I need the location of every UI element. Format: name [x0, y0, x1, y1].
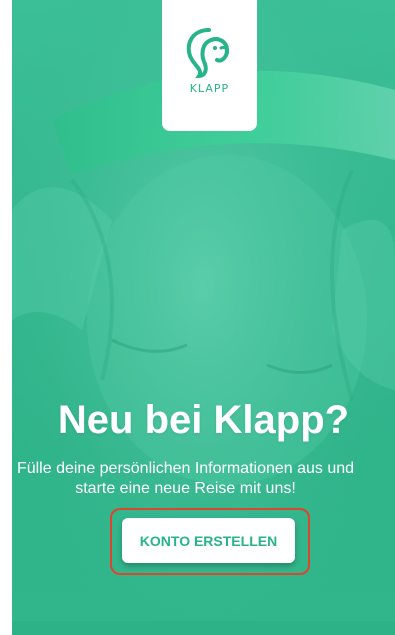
hero-subtext-line-2: starte eine neue Reise mit uns!: [75, 480, 296, 497]
brand-name: KLAPP: [189, 82, 230, 95]
hero-headline: Neu bei Klapp?: [57, 398, 350, 442]
onboarding-screen: KLAPP Neu bei Klapp? KONTO ERSTELLEN: [12, 0, 395, 635]
create-account-button[interactable]: KONTO ERSTELLEN: [122, 518, 295, 563]
logo-card: KLAPP: [162, 0, 257, 131]
elephant-logo-icon: [186, 28, 229, 79]
hero-subtext: Fülle deine persönlichen Informationen a…: [0, 459, 383, 499]
footer-strip: [12, 621, 395, 635]
hero-subtext-line-1: Fülle deine persönlichen Informationen a…: [16, 460, 355, 477]
